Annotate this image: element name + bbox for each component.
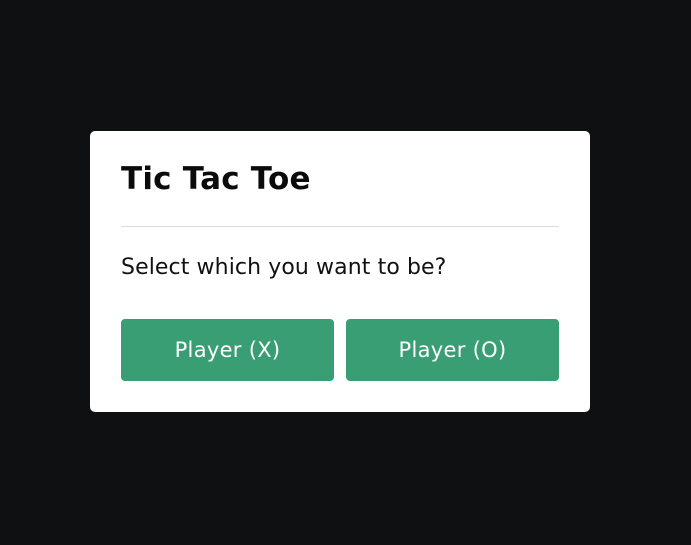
dialog-title: Tic Tac Toe <box>121 161 311 197</box>
player-choice-buttons: Player (X) Player (O) <box>121 319 559 381</box>
player-x-button[interactable]: Player (X) <box>121 319 334 381</box>
select-player-dialog: Tic Tac Toe Select which you want to be?… <box>90 131 590 412</box>
select-player-prompt: Select which you want to be? <box>121 255 447 280</box>
player-o-button[interactable]: Player (O) <box>346 319 559 381</box>
title-divider <box>121 226 559 227</box>
